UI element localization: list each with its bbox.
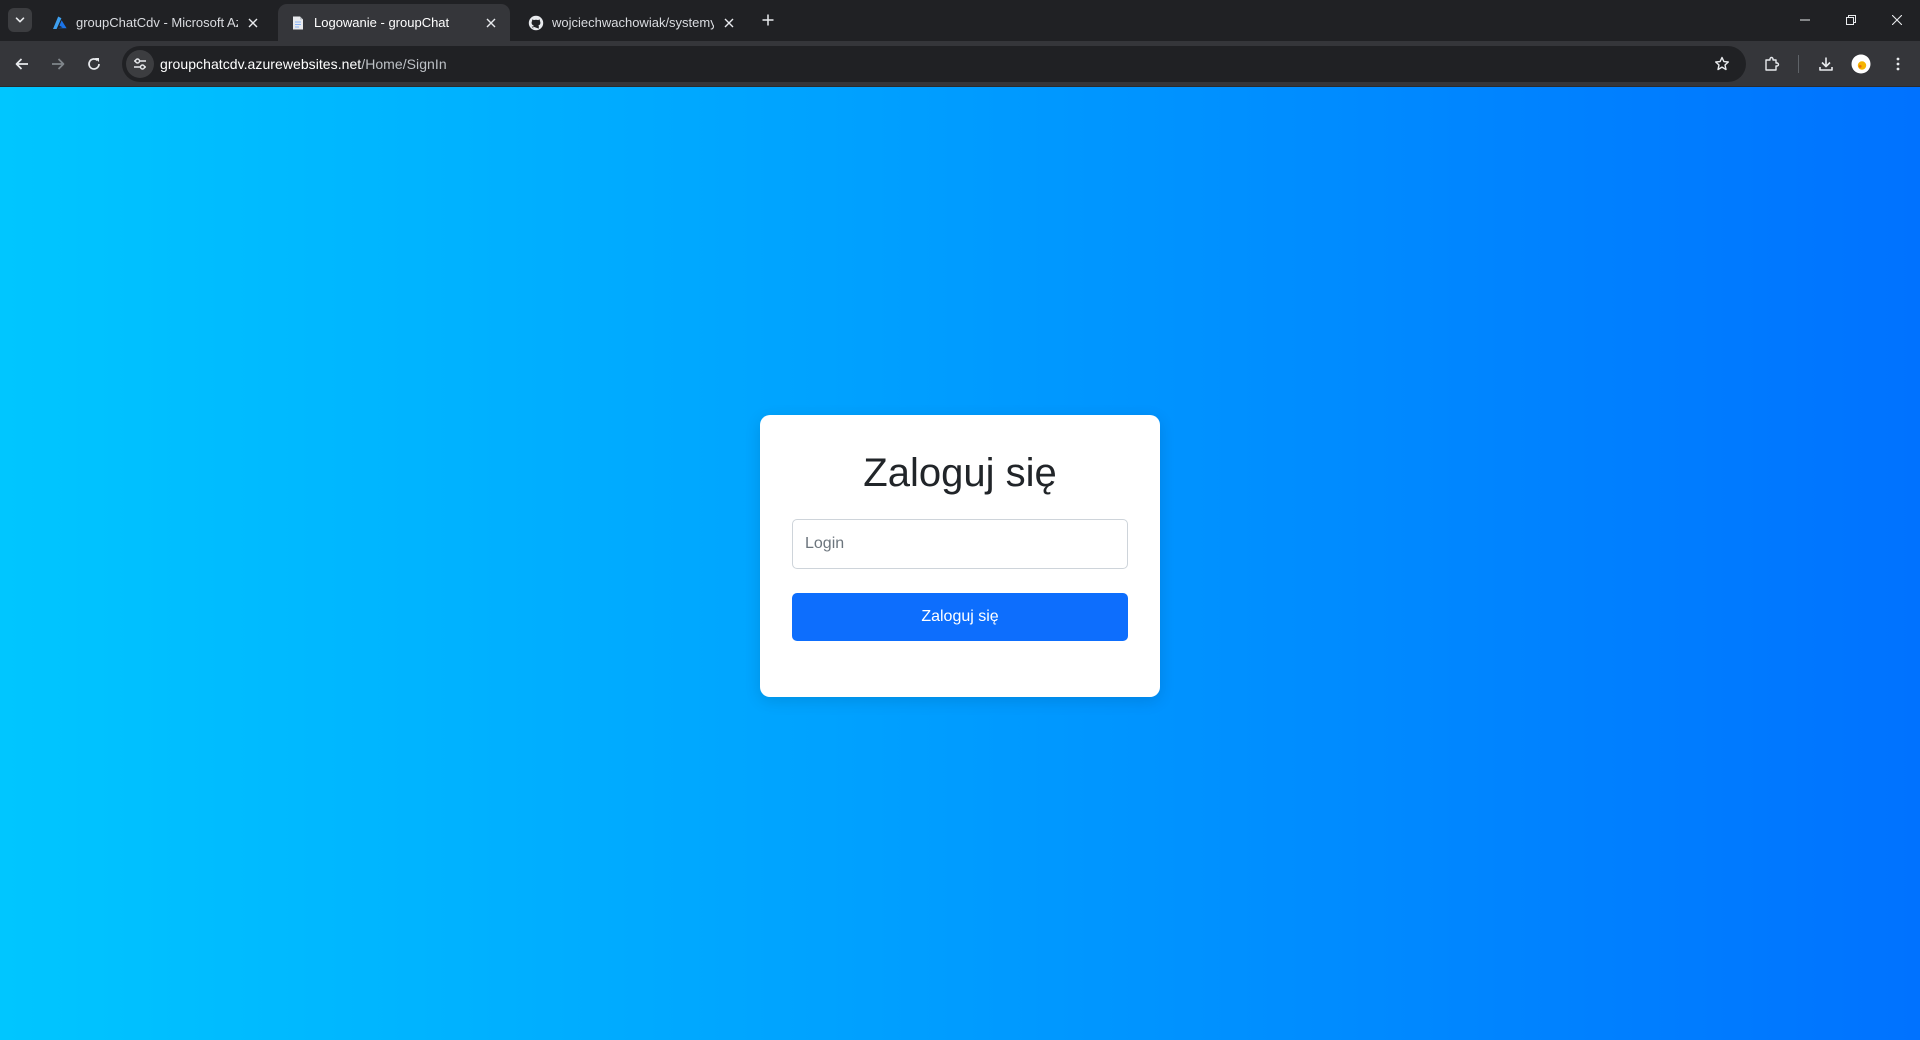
tab-github[interactable]: wojciechwachowiak/systemy [516, 4, 748, 41]
reload-button[interactable] [78, 48, 110, 80]
downloads-button[interactable] [1810, 48, 1842, 80]
minimize-button[interactable] [1782, 0, 1828, 40]
tab-title: groupChatCdv - Microsoft Azure [76, 15, 238, 30]
arrow-left-icon [15, 58, 28, 70]
site-info-button[interactable] [126, 50, 154, 78]
tab-search-button[interactable] [8, 8, 32, 32]
menu-button[interactable] [1882, 48, 1914, 80]
tab-title: Logowanie - groupChat [314, 15, 450, 30]
close-tab-icon[interactable] [482, 14, 500, 32]
tab-title: wojciechwachowiak/systemy [552, 15, 714, 30]
login-input[interactable] [792, 519, 1128, 569]
page-background: Zaloguj się Zaloguj się [0, 87, 1920, 1040]
more-vert-icon [1896, 57, 1900, 71]
tab-logowanie[interactable]: Logowanie - groupChat [278, 4, 510, 41]
url-host: groupchatcdv.azurewebsites.net [160, 56, 362, 72]
close-tab-icon[interactable] [720, 14, 738, 32]
github-icon [528, 15, 544, 31]
tab-strip: groupChatCdv - Microsoft Azure Logowanie… [0, 0, 1920, 41]
new-tab-button[interactable] [756, 8, 780, 32]
chevron-down-icon [15, 17, 25, 23]
extensions-button[interactable] [1756, 48, 1788, 80]
restore-button[interactable] [1828, 0, 1874, 40]
puzzle-icon [1765, 56, 1780, 71]
plus-icon [762, 14, 774, 26]
tune-icon [134, 58, 146, 70]
toolbar-divider [1798, 55, 1799, 73]
browser-toolbar: groupchatcdv.azurewebsites.net/Home/Sign… [0, 41, 1920, 87]
url-path: /Home/SignIn [361, 56, 447, 72]
arrow-right-icon [52, 58, 65, 70]
login-submit-button[interactable]: Zaloguj się [792, 593, 1128, 641]
back-button[interactable] [6, 48, 38, 80]
download-icon [1819, 57, 1833, 71]
close-tab-icon[interactable] [244, 14, 262, 32]
close-icon [1892, 15, 1902, 25]
bookmark-button[interactable] [1708, 50, 1736, 78]
url-text: groupchatcdv.azurewebsites.net/Home/Sign… [160, 56, 447, 72]
minimize-icon [1800, 19, 1810, 21]
login-heading: Zaloguj się [863, 451, 1057, 495]
forward-button[interactable] [42, 48, 74, 80]
avatar [1851, 54, 1871, 74]
restore-icon [1846, 15, 1856, 25]
reload-icon [88, 58, 100, 70]
close-window-button[interactable] [1874, 0, 1920, 40]
login-card: Zaloguj się Zaloguj się [760, 415, 1160, 697]
star-icon [1715, 56, 1729, 71]
profile-button[interactable] [1845, 48, 1877, 80]
tab-azure[interactable]: groupChatCdv - Microsoft Azure [40, 4, 272, 41]
azure-icon [52, 15, 68, 31]
document-icon [290, 15, 306, 31]
address-bar[interactable]: groupchatcdv.azurewebsites.net/Home/Sign… [122, 46, 1746, 82]
